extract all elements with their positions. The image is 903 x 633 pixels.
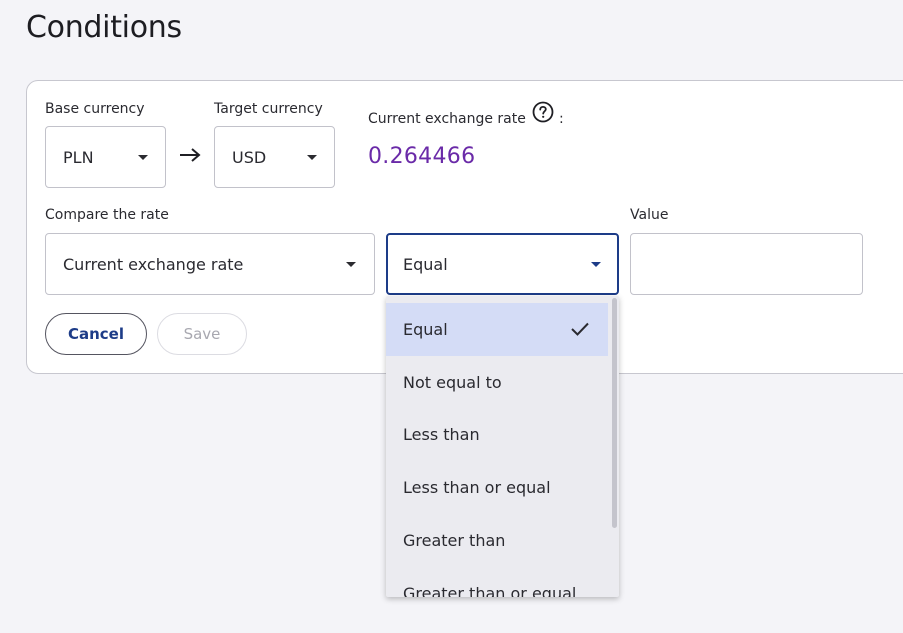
check-icon [571,322,589,336]
operator-dropdown: Equal Not equal to Less than Less than o… [386,296,619,597]
dropdown-option-equal[interactable]: Equal [386,303,608,356]
target-currency-label: Target currency [214,101,323,117]
compare-field-select[interactable]: Current exchange rate [45,233,375,295]
exchange-rate-value: 0.264466 [368,144,476,169]
option-label: Not equal to [403,373,502,392]
page-title: Conditions [26,10,182,45]
dropdown-option-not-equal[interactable]: Not equal to [386,356,608,409]
base-currency-value: PLN [63,147,94,167]
option-label: Less than or equal [403,478,551,497]
compare-rate-label: Compare the rate [45,207,169,223]
value-input[interactable] [630,233,863,295]
base-currency-label: Base currency [45,101,145,117]
option-label: Equal [403,320,448,339]
dropdown-option-greater-than-or-equal[interactable]: Greater than or equal [386,567,608,597]
chevron-down-icon [138,155,148,160]
operator-select[interactable]: Equal [386,233,619,295]
target-currency-value: USD [232,147,267,167]
chevron-down-icon [307,155,317,160]
operator-value: Equal [403,254,448,274]
exchange-rate-label: Current exchange rate [368,111,526,127]
chevron-down-icon [591,262,601,267]
save-button[interactable]: Save [157,313,247,355]
dropdown-option-less-than[interactable]: Less than [386,408,608,461]
option-label: Greater than [403,531,506,550]
chevron-down-icon [346,262,356,267]
base-currency-select[interactable]: PLN [45,126,166,188]
target-currency-select[interactable]: USD [214,126,335,188]
option-label: Greater than or equal [403,584,577,597]
exchange-rate-colon: : [559,111,564,127]
option-label: Less than [403,425,480,444]
value-label: Value [630,207,669,223]
cancel-button[interactable]: Cancel [45,313,147,355]
help-icon[interactable] [532,101,554,123]
compare-field-value: Current exchange rate [63,254,244,274]
dropdown-scrollbar[interactable] [612,298,617,528]
dropdown-option-greater-than[interactable]: Greater than [386,514,608,567]
dropdown-option-less-than-or-equal[interactable]: Less than or equal [386,461,608,514]
arrow-right-icon [180,148,201,162]
